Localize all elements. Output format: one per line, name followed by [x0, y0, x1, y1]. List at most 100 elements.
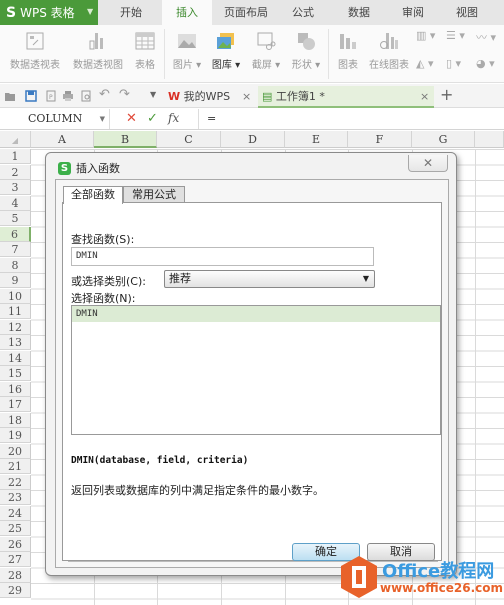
print-preview-icon[interactable]: [80, 90, 92, 102]
dialog-close-button[interactable]: ✕: [408, 155, 448, 172]
close-tab-icon[interactable]: ×: [420, 86, 429, 108]
tab-data[interactable]: 数据: [340, 0, 378, 25]
grid-line: [475, 149, 476, 605]
tab-review[interactable]: 审阅: [394, 0, 432, 25]
new-tab-plus-icon[interactable]: +: [440, 85, 453, 104]
stock-chart-dropdown[interactable]: ▯ ▾: [446, 57, 461, 70]
screenshot-button[interactable]: 截屏 ▾: [248, 31, 284, 71]
tab-insert[interactable]: 插入: [162, 0, 212, 25]
chart-button[interactable]: 图表: [333, 31, 363, 71]
row-header[interactable]: 16: [0, 381, 31, 397]
close-tab-icon[interactable]: ×: [242, 86, 251, 108]
search-function-input[interactable]: DMIN: [71, 247, 374, 266]
chevron-down-icon[interactable]: ▼: [100, 109, 105, 129]
list-item[interactable]: DMIN: [72, 306, 440, 322]
pie-chart-dropdown[interactable]: ◕ ▾: [476, 57, 495, 70]
row-header[interactable]: 1: [0, 149, 31, 164]
row-header[interactable]: 12: [0, 319, 31, 335]
row-header[interactable]: 27: [0, 552, 31, 567]
column-header-a[interactable]: A: [31, 131, 94, 148]
pivot-chart-button[interactable]: 数据透视图: [68, 31, 128, 71]
wps-logo-icon: S: [6, 4, 17, 21]
undo-icon[interactable]: ↶: [99, 87, 110, 102]
row-header[interactable]: 4: [0, 195, 31, 211]
pivot-table-label: 数据透视表: [10, 60, 60, 71]
confirm-formula-icon[interactable]: ✓: [147, 111, 158, 126]
table-button[interactable]: 表格: [130, 31, 160, 71]
line-chart-dropdown[interactable]: 〰 ▾: [476, 29, 496, 45]
function-list[interactable]: DMIN: [71, 305, 441, 435]
table-label: 表格: [135, 60, 155, 71]
column-chart-dropdown[interactable]: ▥ ▾: [416, 29, 435, 42]
redo-icon[interactable]: ↷: [119, 87, 130, 102]
row-header[interactable]: 23: [0, 490, 31, 505]
row-header[interactable]: 24: [0, 505, 31, 521]
row-header[interactable]: 6: [0, 226, 31, 242]
row-header[interactable]: 15: [0, 366, 31, 381]
dialog-titlebar[interactable]: S 插入函数: [58, 160, 120, 176]
insert-function-dialog: S 插入函数 ✕ 全部函数 常用公式 查找函数(S): DMIN 或选择类别(C…: [45, 152, 457, 576]
row-header[interactable]: 13: [0, 335, 31, 350]
wps-spreadsheet-logo-icon: S: [58, 161, 71, 175]
row-header[interactable]: 21: [0, 459, 31, 474]
tab-formulas[interactable]: 公式: [284, 0, 322, 25]
column-header-b[interactable]: B: [94, 131, 157, 148]
open-folder-icon[interactable]: [4, 90, 16, 102]
row-header[interactable]: 18: [0, 412, 31, 428]
column-header-f[interactable]: F: [348, 131, 412, 148]
row-header[interactable]: 9: [0, 273, 31, 288]
name-box[interactable]: COLUMN ▼: [0, 109, 110, 129]
row-header[interactable]: 25: [0, 521, 31, 536]
doc-tab-workbook[interactable]: ▤ 工作簿1 * ×: [258, 86, 434, 108]
row-header[interactable]: 14: [0, 350, 31, 366]
search-function-label: 查找函数(S):: [71, 233, 135, 246]
pivot-table-icon: [26, 32, 44, 50]
select-all-corner[interactable]: ◢: [0, 131, 31, 148]
column-header-h[interactable]: [475, 131, 504, 148]
row-header[interactable]: 8: [0, 257, 31, 273]
tab-all-functions[interactable]: 全部函数: [63, 186, 123, 204]
formula-input[interactable]: =: [198, 109, 504, 129]
print-icon[interactable]: [62, 90, 74, 102]
column-header-d[interactable]: D: [221, 131, 285, 148]
insert-function-fx-button[interactable]: fx: [168, 111, 179, 125]
screenshot-icon: [257, 32, 276, 50]
pivot-table-button[interactable]: 数据透视表: [6, 31, 64, 71]
online-chart-button[interactable]: 在线图表: [366, 31, 412, 71]
row-header[interactable]: 17: [0, 397, 31, 412]
column-header-c[interactable]: C: [157, 131, 221, 148]
row-header[interactable]: 2: [0, 164, 31, 180]
shapes-button[interactable]: 形状 ▾: [288, 31, 324, 71]
office-logo-icon: [341, 556, 377, 598]
save-icon[interactable]: [25, 90, 37, 102]
app-menu-button[interactable]: S WPS 表格 ▼: [0, 0, 98, 25]
row-header[interactable]: 3: [0, 180, 31, 195]
picture-button[interactable]: 图片 ▾: [170, 31, 204, 71]
cancel-formula-icon[interactable]: ✕: [126, 111, 137, 126]
dialog-body: 全部函数 常用公式 查找函数(S): DMIN 或选择类别(C): 推荐 ▼ 选…: [55, 179, 449, 568]
row-header[interactable]: 28: [0, 567, 31, 583]
row-header[interactable]: 20: [0, 443, 31, 459]
area-chart-dropdown[interactable]: ◭ ▾: [416, 57, 433, 70]
row-header[interactable]: 19: [0, 428, 31, 443]
export-pdf-icon[interactable]: P: [44, 90, 56, 102]
ribbon-separator: [164, 29, 165, 79]
column-header-e[interactable]: E: [285, 131, 348, 148]
tab-page-layout[interactable]: 页面布局: [218, 0, 274, 25]
doc-tab-my-wps[interactable]: W 我的WPS ×: [168, 86, 254, 108]
row-header[interactable]: 29: [0, 583, 31, 598]
tab-view[interactable]: 视图: [448, 0, 486, 25]
row-header[interactable]: 10: [0, 288, 31, 304]
row-header[interactable]: 11: [0, 304, 31, 319]
customize-dropdown-icon[interactable]: ▼: [150, 90, 156, 99]
row-header[interactable]: 5: [0, 211, 31, 226]
gallery-button[interactable]: 图库 ▾: [208, 31, 244, 71]
column-header-g[interactable]: G: [412, 131, 475, 148]
tab-common-formulas[interactable]: 常用公式: [123, 186, 185, 203]
bar-chart-dropdown[interactable]: ☰ ▾: [446, 29, 465, 42]
row-header[interactable]: 7: [0, 242, 31, 257]
row-header[interactable]: 22: [0, 474, 31, 490]
row-header[interactable]: 26: [0, 536, 31, 552]
tab-home[interactable]: 开始: [108, 0, 154, 25]
category-select[interactable]: 推荐 ▼: [164, 270, 375, 288]
